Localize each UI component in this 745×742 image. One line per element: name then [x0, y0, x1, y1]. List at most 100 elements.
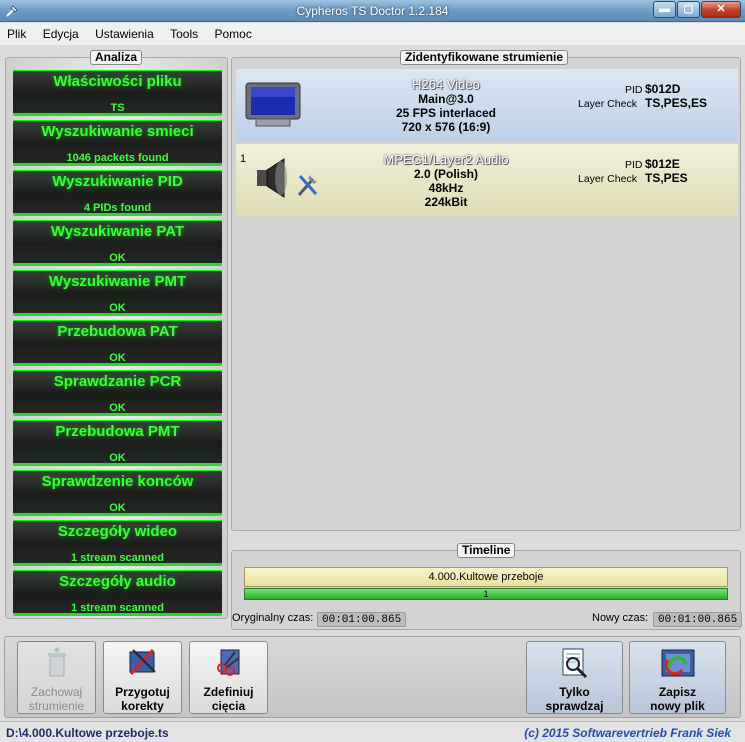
timeline-label: Timeline: [457, 543, 516, 558]
stream-line: Main@3.0: [418, 92, 474, 106]
tv-icon: [245, 82, 301, 127]
pid-value: $012E: [645, 157, 680, 171]
title-bar: Cypheros TS Doctor 1.2.184 ▬ ▢ ✕: [0, 0, 745, 22]
step-pid-search[interactable]: Wyszukiwanie PID 4 PIDs found: [13, 170, 222, 216]
layer-check-value: TS,PES: [645, 171, 688, 185]
menu-edycja[interactable]: Edycja: [36, 23, 85, 41]
step-video-details[interactable]: Szczegóły wideo 1 stream scanned: [13, 520, 222, 566]
step-title: Szczegóły audio: [59, 573, 176, 590]
close-button[interactable]: ✕: [701, 1, 741, 18]
step-status: 4 PIDs found: [83, 202, 152, 214]
analysis-panel: Właściwości pliku TS Wyszukiwanie smieci 1…: [5, 57, 228, 619]
step-status: 1 stream scanned: [71, 602, 164, 614]
step-title: Szczegóły wideo: [57, 523, 178, 540]
step-title: Wyszukiwanie PMT: [48, 273, 187, 290]
menu-tools[interactable]: Tools: [163, 23, 204, 41]
analysis-label: Analiza: [90, 50, 143, 65]
stream-row-audio[interactable]: 1 MPEG1/Layer2 Audio 2.0 (Polish) 48kHz …: [236, 144, 738, 216]
menu-plik[interactable]: Plik: [0, 23, 32, 41]
step-status: OK: [109, 402, 126, 414]
menu-ustawienia[interactable]: Ustawienia: [88, 23, 160, 41]
film-save-icon: [661, 649, 694, 677]
check-only-button[interactable]: Tylko sprawdzaj: [526, 641, 623, 714]
step-title: Wyszukiwanie PAT: [50, 223, 185, 240]
stream-line: 2.0 (Polish): [413, 167, 478, 181]
codec-name: H264 Video: [412, 77, 480, 92]
button-label-line: cięcia: [211, 699, 246, 713]
step-title: Wyszukiwanie PID: [52, 173, 183, 190]
layer-check-key: Layer Check: [578, 173, 637, 185]
step-pat-search[interactable]: Wyszukiwanie PAT OK: [13, 220, 222, 266]
button-label-line: nowy plik: [650, 699, 705, 713]
step-title: Sprawdzenie konców: [41, 473, 194, 490]
stream-line: 224kBit: [424, 195, 468, 209]
pid-value: $012D: [645, 82, 681, 96]
streams-panel: H264 Video Main@3.0 25 FPS interlaced 72…: [231, 57, 741, 531]
step-pcr-check[interactable]: Sprawdzanie PCR OK: [13, 370, 222, 416]
step-status: 1 stream scanned: [71, 552, 164, 564]
original-time-label: Oryginalny czas:: [232, 612, 314, 624]
step-end-check[interactable]: Sprawdzenie konców OK: [13, 470, 222, 516]
menu-pomoc[interactable]: Pomoc: [207, 23, 257, 41]
button-label-line: Zapisz: [658, 685, 697, 699]
step-pmt-search[interactable]: Wyszukiwanie PMT OK: [13, 270, 222, 316]
step-audio-details[interactable]: Szczegóły audio 1 stream scanned: [13, 570, 222, 616]
save-new-file-button[interactable]: Zapisz nowy plik: [629, 641, 726, 714]
button-label-line: sprawdzaj: [545, 699, 604, 713]
step-status: OK: [109, 452, 126, 464]
define-cuts-button[interactable]: Zdefiniuj cięcia: [189, 641, 268, 714]
step-pmt-rebuild[interactable]: Przebudowa PMT OK: [13, 420, 222, 466]
copyright-text: (c) 2015 Softwarevertrieb Frank Siek: [524, 726, 731, 740]
minimize-button[interactable]: ▬: [653, 1, 676, 18]
step-status: OK: [109, 302, 126, 314]
new-time-label: Nowy czas:: [592, 612, 649, 624]
stream-info: MPEG1/Layer2 Audio 2.0 (Polish) 48kHz 22…: [356, 152, 536, 210]
step-title: Właściwości pliku: [53, 73, 182, 90]
tools-icon[interactable]: [296, 172, 320, 198]
button-label-line: Tylko: [559, 685, 590, 699]
button-label-line: Zachowaj: [30, 685, 83, 699]
timeline-segment[interactable]: 4.000.Kultowe przeboje: [244, 567, 728, 587]
save-stream-button[interactable]: Zachowaj strumienie: [17, 641, 96, 714]
step-status: OK: [109, 352, 126, 364]
scissors-film-icon: [216, 649, 240, 676]
layer-check-value: TS,PES,ES: [645, 96, 708, 110]
layer-check-key: Layer Check: [578, 98, 637, 110]
menu-bar: Plik Edycja Ustawienia Tools Pomoc: [0, 23, 745, 45]
magnifier-document-icon: [562, 648, 587, 679]
codec-name: MPEG1/Layer2 Audio: [383, 152, 509, 167]
stream-info: H264 Video Main@3.0 25 FPS interlaced 72…: [356, 77, 536, 135]
pid-key: PID: [625, 159, 643, 171]
stream-index: 1: [240, 153, 247, 165]
button-label-line: Zdefiniuj: [203, 685, 254, 699]
new-time-value: 00:01:00.865: [653, 612, 743, 627]
file-path: D:\4.000.Kultowe przeboje.ts: [6, 726, 169, 740]
step-status: 1046 packets found: [66, 152, 169, 164]
stream-line: 25 FPS interlaced: [395, 106, 497, 120]
maximize-button[interactable]: ▢: [677, 1, 700, 18]
stream-line: 48kHz: [428, 181, 464, 195]
timeline-panel: 4.000.Kultowe przeboje 1 Oryginalny czas…: [231, 550, 743, 630]
step-pat-rebuild[interactable]: Przebudowa PAT OK: [13, 320, 222, 366]
status-bar: D:\4.000.Kultowe przeboje.ts (c) 2015 So…: [0, 721, 745, 742]
button-label-line: korekty: [121, 699, 164, 713]
button-label-line: Przygotuj: [115, 685, 170, 699]
prepare-corrections-button[interactable]: Przygotuj korekty: [103, 641, 182, 714]
timeline-bar[interactable]: 1: [244, 588, 728, 600]
window-title: Cypheros TS Doctor 1.2.184: [296, 4, 449, 18]
step-status: OK: [109, 252, 126, 264]
step-status: OK: [109, 502, 126, 514]
step-status: TS: [110, 102, 125, 114]
original-time-value: 00:01:00.865: [317, 612, 407, 627]
speaker-icon: [257, 158, 287, 198]
step-title: Przebudowa PAT: [57, 323, 178, 340]
step-garbage-search[interactable]: Wyszukiwanie smieci 1046 packets found: [13, 120, 222, 166]
stream-line: 720 x 576 (16:9): [401, 120, 491, 134]
step-file-properties[interactable]: Właściwości pliku TS: [13, 70, 222, 116]
pid-key: PID: [625, 84, 643, 96]
correction-tools-icon: [129, 648, 156, 676]
stream-row-video[interactable]: H264 Video Main@3.0 25 FPS interlaced 72…: [236, 69, 738, 142]
step-title: Wyszukiwanie smieci: [41, 123, 194, 140]
bottom-toolbar: Zachowaj strumienie Przygotuj korekty Zdef…: [4, 636, 741, 718]
trash-icon: [47, 647, 66, 677]
